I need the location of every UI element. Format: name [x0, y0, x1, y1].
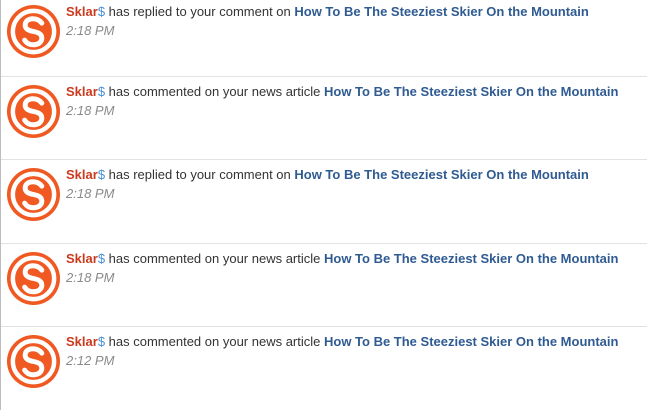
notification-item: Sklar$ has replied to your comment on Ho… — [1, 0, 647, 84]
notification-text: Sklar$ has commented on your news articl… — [66, 251, 618, 267]
user-link[interactable]: Sklar$ — [66, 251, 105, 266]
article-link[interactable]: How To Be The Steeziest Skier On the Mou… — [294, 167, 588, 182]
user-link[interactable]: Sklar$ — [66, 4, 105, 19]
timestamp: 2:18 PM — [66, 103, 115, 118]
notification-action: has commented on your news article — [105, 334, 324, 349]
notification-item: Sklar$ has commented on your news articl… — [1, 330, 647, 414]
timestamp: 2:18 PM — [66, 270, 115, 285]
article-link[interactable]: How To Be The Steeziest Skier On the Mou… — [324, 334, 618, 349]
divider — [1, 159, 647, 160]
timestamp: 2:12 PM — [66, 353, 115, 368]
notification-item: Sklar$ has replied to your comment on Ho… — [1, 163, 647, 247]
orange-s-logo-icon[interactable] — [6, 84, 61, 139]
user-suffix: $ — [97, 251, 106, 266]
timestamp: 2:18 PM — [66, 23, 115, 38]
divider — [1, 243, 647, 244]
user-name: Sklar — [66, 167, 98, 182]
user-link[interactable]: Sklar$ — [66, 84, 105, 99]
notification-text: Sklar$ has commented on your news articl… — [66, 84, 618, 100]
notification-text: Sklar$ has replied to your comment on Ho… — [66, 4, 589, 20]
orange-s-logo-icon[interactable] — [6, 4, 61, 59]
article-link[interactable]: How To Be The Steeziest Skier On the Mou… — [294, 4, 588, 19]
user-name: Sklar — [66, 4, 98, 19]
orange-s-logo-icon[interactable] — [6, 334, 61, 389]
orange-s-logo-icon[interactable] — [6, 251, 61, 306]
notification-item: Sklar$ has commented on your news articl… — [1, 80, 647, 164]
user-suffix: $ — [97, 334, 106, 349]
notification-action: has commented on your news article — [105, 84, 324, 99]
user-suffix: $ — [97, 84, 106, 99]
user-name: Sklar — [66, 251, 98, 266]
notification-action: has replied to your comment on — [105, 4, 295, 19]
article-link[interactable]: How To Be The Steeziest Skier On the Mou… — [324, 251, 618, 266]
user-suffix: $ — [97, 167, 106, 182]
article-link[interactable]: How To Be The Steeziest Skier On the Mou… — [324, 84, 618, 99]
notification-text: Sklar$ has commented on your news articl… — [66, 334, 618, 350]
notification-text: Sklar$ has replied to your comment on Ho… — [66, 167, 589, 183]
notification-action: has replied to your comment on — [105, 167, 295, 182]
orange-s-logo-icon[interactable] — [6, 167, 61, 222]
notification-feed: Sklar$ has replied to your comment on Ho… — [0, 0, 647, 410]
notification-action: has commented on your news article — [105, 251, 324, 266]
divider — [1, 76, 647, 77]
user-suffix: $ — [97, 4, 106, 19]
user-link[interactable]: Sklar$ — [66, 167, 105, 182]
divider — [1, 326, 647, 327]
user-link[interactable]: Sklar$ — [66, 334, 105, 349]
timestamp: 2:18 PM — [66, 186, 115, 201]
notification-item: Sklar$ has commented on your news articl… — [1, 247, 647, 331]
user-name: Sklar — [66, 84, 98, 99]
user-name: Sklar — [66, 334, 98, 349]
